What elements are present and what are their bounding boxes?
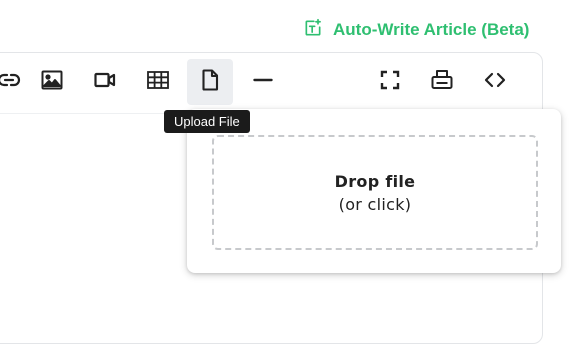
link-button[interactable] [0,59,32,105]
fullscreen-icon [378,68,402,97]
auto-write-label: Auto-Write Article (Beta) [333,20,530,39]
file-icon [198,68,222,97]
upload-file-tooltip: Upload File [164,110,250,133]
dropzone-subtitle: (or click) [338,194,412,214]
file-dropzone[interactable]: Drop file (or click) [212,135,538,250]
insert-video-button[interactable] [82,59,128,105]
code-view-icon [483,68,507,97]
horizontal-rule-icon [251,68,275,97]
video-icon [93,68,117,97]
dropzone-title: Drop file [334,171,416,191]
link-icon [0,68,21,97]
insert-image-button[interactable] [29,59,75,105]
upload-file-popover: Drop file (or click) [187,109,561,273]
print-icon [430,68,454,97]
auto-write-article-button[interactable]: Auto-Write Article (Beta) [303,18,529,42]
fullscreen-button[interactable] [367,59,413,105]
upload-file-button[interactable] [187,59,233,105]
ai-write-icon [303,18,323,43]
code-view-button[interactable] [472,59,518,105]
insert-table-button[interactable] [135,59,181,105]
horizontal-rule-button[interactable] [240,59,286,105]
table-icon [146,68,170,97]
print-button[interactable] [419,59,465,105]
image-icon [40,68,64,97]
